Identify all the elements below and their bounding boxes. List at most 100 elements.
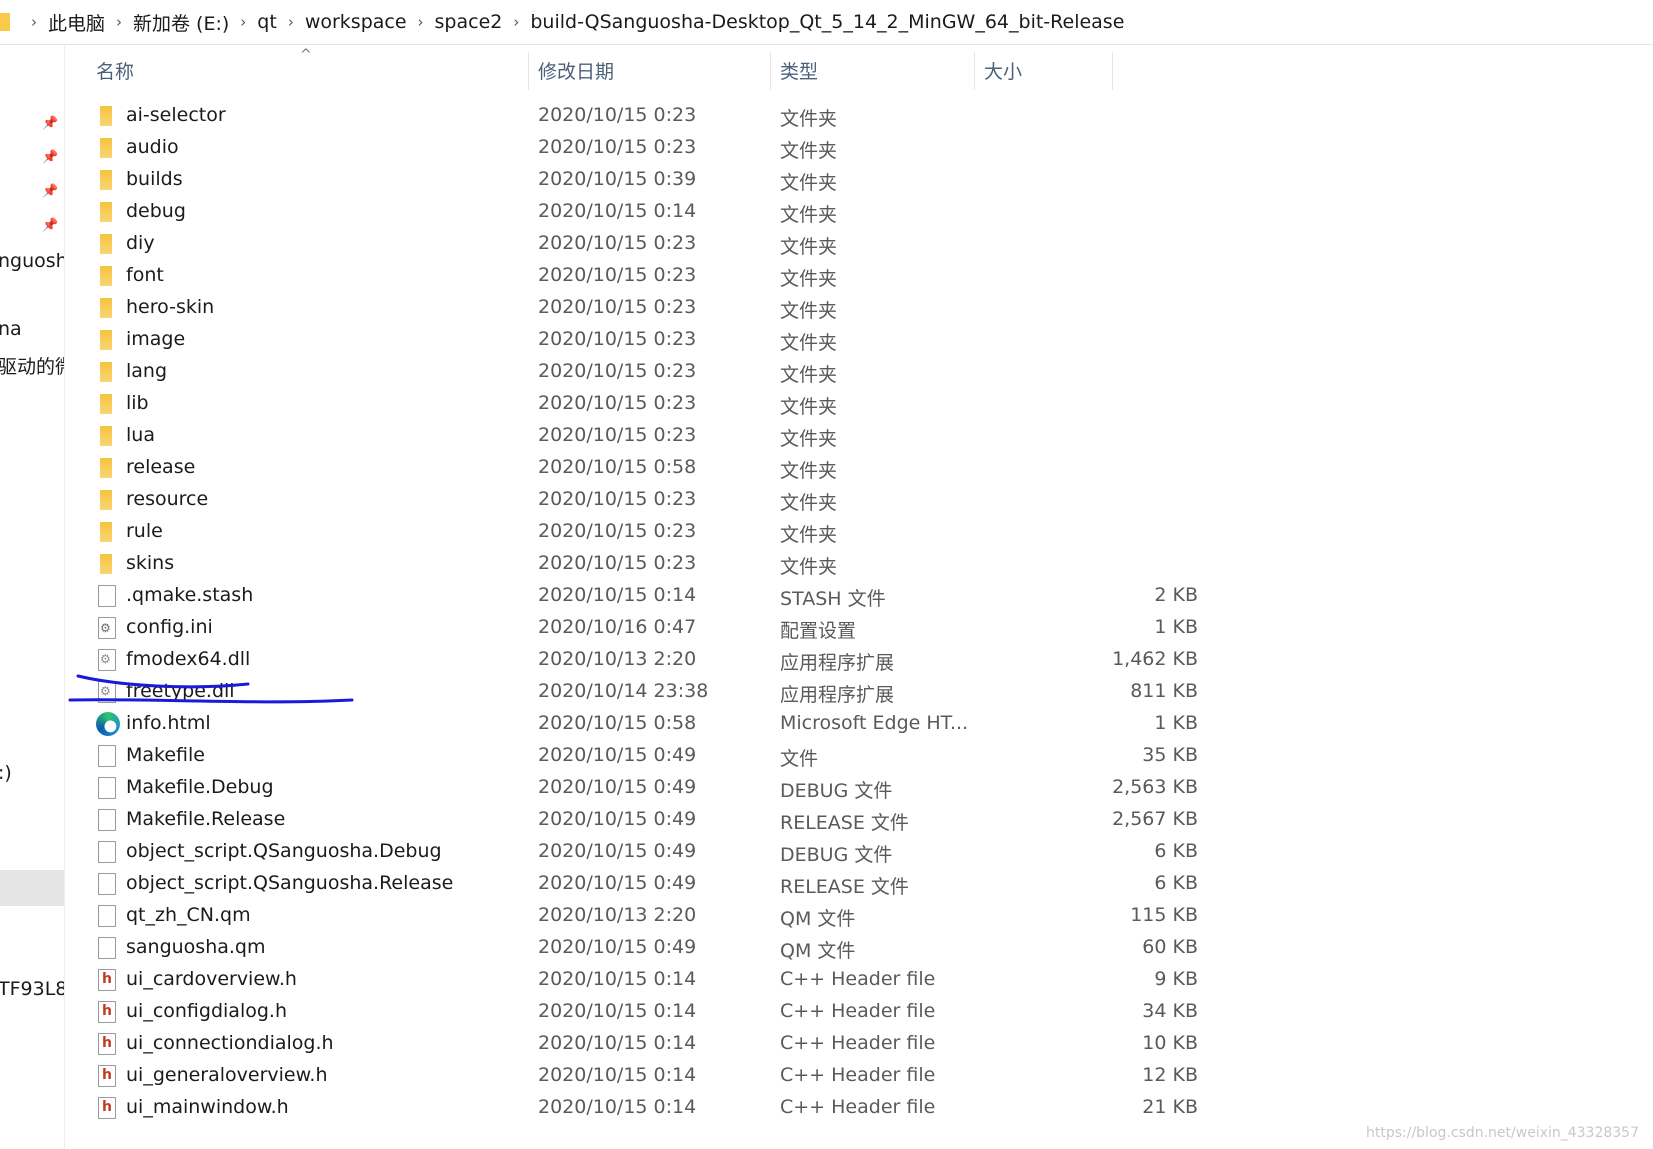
file-row[interactable]: ui_mainwindow.h 2020/10/15 0:14 C++ Header… bbox=[94, 1092, 1198, 1124]
file-name[interactable]: hero-skin bbox=[126, 296, 214, 318]
file-row[interactable]: object_script.QSanguosha.Debug 2020/10/15… bbox=[94, 836, 1198, 868]
file-name[interactable]: diy bbox=[126, 232, 155, 254]
file-date: 2020/10/15 0:23 bbox=[538, 264, 697, 286]
file-row[interactable]: Makefile.Release 2020/10/15 0:49 RELEASE 文… bbox=[94, 804, 1198, 836]
breadcrumb-this-pc[interactable]: 此电脑 bbox=[48, 9, 105, 36]
file-row[interactable]: lua 2020/10/15 0:23 文件夹 bbox=[94, 420, 1114, 452]
file-row[interactable]: ui_connectiondialog.h 2020/10/15 0:14 C++ … bbox=[94, 1028, 1198, 1060]
file-row[interactable]: freetype.dll 2020/10/14 23:38 应用程序扩展 811 KB bbox=[94, 676, 1198, 708]
breadcrumb-qt[interactable]: qt bbox=[257, 11, 277, 33]
file-row[interactable]: lang 2020/10/15 0:23 文件夹 bbox=[94, 356, 1114, 388]
breadcrumb-build-folder[interactable]: build-QSanguosha-Desktop_Qt_5_14_2_MinGW… bbox=[530, 11, 1124, 33]
column-header-size[interactable]: 大小 bbox=[982, 46, 1112, 94]
file-name[interactable]: ui_connectiondialog.h bbox=[126, 1032, 334, 1054]
file-name[interactable]: debug bbox=[126, 200, 186, 222]
file-date: 2020/10/15 0:49 bbox=[538, 872, 697, 894]
pin-icon[interactable]: 📌 bbox=[42, 184, 58, 199]
file-name[interactable]: release bbox=[126, 456, 195, 478]
file-row[interactable]: release 2020/10/15 0:58 文件夹 bbox=[94, 452, 1114, 484]
column-header-type[interactable]: 类型 bbox=[778, 46, 974, 94]
file-name[interactable]: ai-selector bbox=[126, 104, 226, 126]
file-name[interactable]: ui_cardoverview.h bbox=[126, 968, 297, 990]
file-row[interactable]: builds 2020/10/15 0:39 文件夹 bbox=[94, 164, 1114, 196]
column-divider[interactable] bbox=[528, 52, 529, 90]
file-size: 6 KB bbox=[1154, 840, 1198, 862]
pin-icon[interactable]: 📌 bbox=[42, 116, 58, 131]
file-name[interactable]: resource bbox=[126, 488, 208, 510]
nav-item-qsanguosha[interactable]: nguosha bbox=[0, 250, 64, 272]
file-row[interactable]: info.html 2020/10/15 0:58 Microsoft Edge H… bbox=[94, 708, 1198, 740]
file-name[interactable]: fmodex64.dll bbox=[126, 648, 250, 670]
file-name[interactable]: audio bbox=[126, 136, 179, 158]
file-name[interactable]: lib bbox=[126, 392, 149, 414]
file-name[interactable]: font bbox=[126, 264, 164, 286]
file-row[interactable]: qt_zh_CN.qm 2020/10/13 2:20 QM 文件 115 KB bbox=[94, 900, 1198, 932]
breadcrumb-drive[interactable]: 新加卷 (E:) bbox=[133, 9, 229, 36]
file-row[interactable]: ui_configdialog.h 2020/10/15 0:14 C++ Head… bbox=[94, 996, 1198, 1028]
file-name[interactable]: info.html bbox=[126, 712, 211, 734]
column-divider[interactable] bbox=[974, 52, 975, 90]
breadcrumb-workspace[interactable]: workspace bbox=[305, 11, 407, 33]
file-type: 应用程序扩展 bbox=[780, 652, 895, 674]
breadcrumb-space2[interactable]: space2 bbox=[435, 11, 503, 33]
file-name[interactable]: ui_generaloverview.h bbox=[126, 1064, 328, 1086]
file-name[interactable]: config.ini bbox=[126, 616, 213, 638]
file-date: 2020/10/15 0:23 bbox=[538, 136, 697, 158]
file-name[interactable]: object_script.QSanguosha.Debug bbox=[126, 840, 442, 862]
pin-icon[interactable]: 📌 bbox=[42, 218, 58, 233]
file-name[interactable]: Makefile.Debug bbox=[126, 776, 274, 798]
cpp-header-file-icon bbox=[98, 969, 116, 991]
file-icon bbox=[98, 905, 116, 927]
file-row[interactable]: Makefile 2020/10/15 0:49 文件 35 KB bbox=[94, 740, 1198, 772]
file-name[interactable]: skins bbox=[126, 552, 174, 574]
file-type: STASH 文件 bbox=[780, 588, 886, 610]
file-row[interactable]: resource 2020/10/15 0:23 文件夹 bbox=[94, 484, 1114, 516]
file-type: 文件夹 bbox=[780, 396, 838, 418]
file-name[interactable]: lang bbox=[126, 360, 167, 382]
file-name[interactable]: object_script.QSanguosha.Release bbox=[126, 872, 453, 894]
file-row[interactable]: .qmake.stash 2020/10/15 0:14 STASH 文件 2 KB bbox=[94, 580, 1198, 612]
file-name[interactable]: ui_mainwindow.h bbox=[126, 1096, 289, 1118]
file-name[interactable]: lua bbox=[126, 424, 155, 446]
file-row[interactable]: diy 2020/10/15 0:23 文件夹 bbox=[94, 228, 1114, 260]
nav-item-drive[interactable]: :) bbox=[0, 762, 12, 784]
nav-item-driver[interactable]: 驱动的微 bbox=[0, 352, 64, 379]
column-header-date[interactable]: 修改日期 bbox=[536, 46, 766, 94]
file-row[interactable]: ai-selector 2020/10/15 0:23 文件夹 bbox=[94, 100, 1114, 132]
file-name[interactable]: .qmake.stash bbox=[126, 584, 253, 606]
nav-item-selected[interactable] bbox=[0, 870, 64, 906]
file-row[interactable]: ui_generaloverview.h 2020/10/15 0:14 C++ H… bbox=[94, 1060, 1198, 1092]
file-row[interactable]: rule 2020/10/15 0:23 文件夹 bbox=[94, 516, 1114, 548]
file-size: 6 KB bbox=[1154, 872, 1198, 894]
column-header-name[interactable]: 名称 bbox=[94, 46, 524, 94]
file-row[interactable]: font 2020/10/15 0:23 文件夹 bbox=[94, 260, 1114, 292]
file-type: RELEASE 文件 bbox=[780, 812, 909, 834]
address-bar[interactable]: › 此电脑 › 新加卷 (E:) › qt › workspace › spac… bbox=[0, 0, 1653, 45]
file-name[interactable]: Makefile.Release bbox=[126, 808, 285, 830]
file-row[interactable]: debug 2020/10/15 0:14 文件夹 bbox=[94, 196, 1114, 228]
file-row[interactable]: audio 2020/10/15 0:23 文件夹 bbox=[94, 132, 1114, 164]
nav-item-network-pc[interactable]: TF93L8F bbox=[0, 978, 64, 1000]
file-row[interactable]: ui_cardoverview.h 2020/10/15 0:14 C++ Head… bbox=[94, 964, 1198, 996]
file-name[interactable]: builds bbox=[126, 168, 183, 190]
file-row[interactable]: config.ini 2020/10/16 0:47 配置设置 1 KB bbox=[94, 612, 1198, 644]
file-row[interactable]: skins 2020/10/15 0:23 文件夹 bbox=[94, 548, 1114, 580]
file-row[interactable]: Makefile.Debug 2020/10/15 0:49 DEBUG 文件 2,5… bbox=[94, 772, 1198, 804]
file-name[interactable]: freetype.dll bbox=[126, 680, 235, 702]
file-row[interactable]: fmodex64.dll 2020/10/13 2:20 应用程序扩展 1,462 K… bbox=[94, 644, 1198, 676]
file-row[interactable]: hero-skin 2020/10/15 0:23 文件夹 bbox=[94, 292, 1114, 324]
file-row[interactable]: sanguosha.qm 2020/10/15 0:49 QM 文件 60 KB bbox=[94, 932, 1198, 964]
pin-icon[interactable]: 📌 bbox=[42, 150, 58, 165]
file-row[interactable]: lib 2020/10/15 0:23 文件夹 bbox=[94, 388, 1114, 420]
file-row[interactable]: image 2020/10/15 0:23 文件夹 bbox=[94, 324, 1114, 356]
file-name[interactable]: Makefile bbox=[126, 744, 205, 766]
file-name[interactable]: qt_zh_CN.qm bbox=[126, 904, 251, 926]
file-name[interactable]: sanguosha.qm bbox=[126, 936, 266, 958]
column-divider[interactable] bbox=[1112, 52, 1113, 90]
file-name[interactable]: ui_configdialog.h bbox=[126, 1000, 287, 1022]
file-name[interactable]: image bbox=[126, 328, 185, 350]
file-name[interactable]: rule bbox=[126, 520, 163, 542]
file-row[interactable]: object_script.QSanguosha.Release 2020/10/… bbox=[94, 868, 1198, 900]
column-divider[interactable] bbox=[770, 52, 771, 90]
nav-item-sha[interactable]: na bbox=[0, 318, 22, 340]
